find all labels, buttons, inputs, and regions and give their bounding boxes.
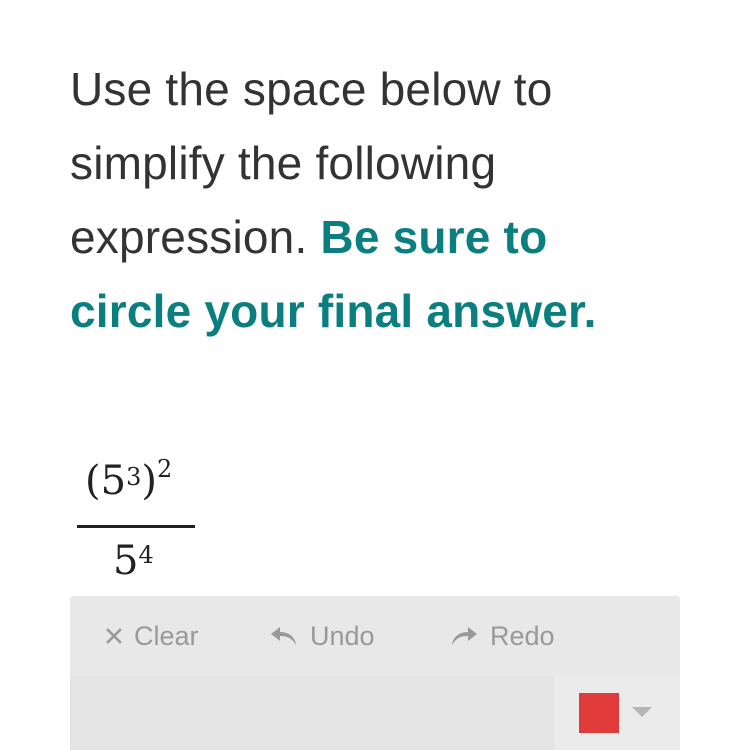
undo-arrow-icon	[271, 627, 296, 645]
redo-label: Redo	[490, 620, 555, 651]
fraction-numerator: (53)2	[85, 451, 172, 511]
pen-color-picker[interactable]	[554, 676, 680, 750]
math-expression: (53)2 54	[77, 445, 195, 585]
undo-button[interactable]: Undo	[270, 596, 375, 676]
drawing-canvas[interactable]: Clear Undo Redo	[70, 596, 680, 750]
denominator-base: 5	[113, 538, 139, 584]
clear-button[interactable]: Clear	[106, 596, 199, 676]
fraction-denominator: 54	[113, 531, 154, 591]
numerator-outer-exponent: 2	[156, 455, 173, 483]
open-paren: (	[85, 458, 101, 504]
close-paren: )	[141, 458, 157, 504]
caret-down-icon[interactable]	[632, 707, 652, 717]
drawing-toolbar: Clear Undo Redo	[70, 596, 680, 676]
clear-label: Clear	[134, 620, 199, 651]
redo-arrow-icon	[452, 627, 477, 645]
fraction-bar	[77, 525, 195, 528]
denominator-exponent: 4	[138, 541, 154, 569]
numerator-inner-exponent: 3	[126, 463, 142, 491]
canvas-surface[interactable]	[70, 676, 554, 750]
undo-label: Undo	[310, 620, 375, 651]
redo-button[interactable]: Redo	[450, 596, 555, 676]
instructions-text: Use the space below to simplify the foll…	[70, 52, 650, 348]
color-swatch[interactable]	[579, 693, 619, 733]
close-icon	[106, 628, 122, 644]
numerator-base: 5	[100, 458, 127, 504]
